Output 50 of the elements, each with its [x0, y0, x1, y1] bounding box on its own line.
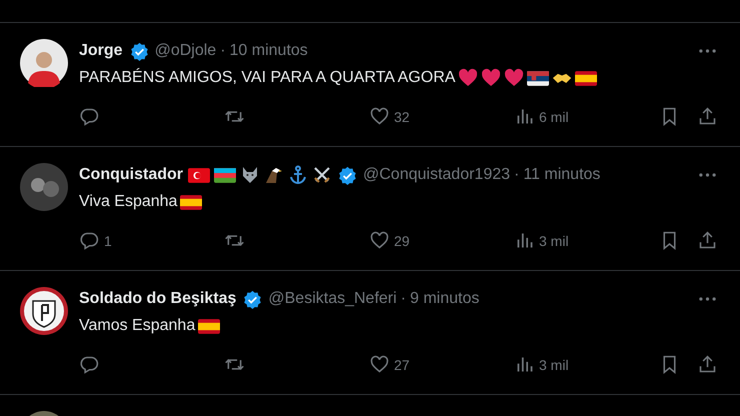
reply-icon[interactable] [79, 354, 100, 375]
anchor-emoji-icon [288, 165, 308, 185]
more-options-icon[interactable] [699, 173, 716, 177]
avatar[interactable] [20, 39, 68, 87]
view-count: 6 mil [539, 108, 569, 124]
crossed-swords-emoji-icon [312, 165, 332, 185]
like-count: 27 [394, 356, 410, 372]
reply-count: 1 [104, 232, 112, 248]
flag-icon [198, 318, 220, 334]
like-icon[interactable] [369, 106, 390, 127]
post-text: Viva Espanha [79, 193, 178, 211]
like-icon[interactable] [369, 230, 390, 251]
wolf-emoji-icon [240, 165, 260, 185]
separator-dot: · [514, 166, 520, 184]
flag-icon [527, 70, 550, 86]
reply-icon[interactable] [79, 230, 100, 251]
user-name[interactable]: Soldado do Beşiktaş [79, 290, 236, 308]
post-time[interactable]: 11 minutos [523, 166, 600, 184]
avatar[interactable] [20, 287, 68, 335]
post-time[interactable]: 9 minutos [410, 290, 480, 308]
avatar[interactable] [20, 163, 68, 211]
post-time[interactable]: 10 minutos [230, 42, 308, 60]
separator-dot: · [220, 42, 226, 60]
more-options-icon[interactable] [699, 49, 716, 53]
more-options-icon[interactable] [699, 297, 716, 301]
user-handle[interactable]: @Besiktas_Neferi [268, 290, 397, 308]
user-handle[interactable]: @Conquistador1923 [363, 166, 510, 184]
heart-emoji-icon [458, 68, 478, 88]
flag-icon [180, 194, 202, 210]
post-text: PARABÉNS AMIGOS, VAI PARA A QUARTA AGORA [79, 69, 456, 87]
like-count: 29 [394, 232, 410, 248]
post-text: Vamos Espanha [79, 317, 196, 335]
flag-icon [214, 168, 236, 182]
flag-icon [188, 168, 210, 182]
share-icon[interactable] [697, 354, 718, 375]
flag-icon [575, 70, 598, 86]
view-count: 3 mil [539, 232, 569, 248]
like-count: 32 [394, 108, 410, 124]
reply-icon[interactable] [79, 106, 100, 127]
view-count: 3 mil [539, 356, 569, 372]
heart-emoji-icon [481, 68, 502, 88]
heart-emoji-icon [504, 68, 524, 88]
like-icon[interactable] [369, 354, 390, 375]
user-name[interactable]: Jorge [79, 42, 123, 60]
user-handle[interactable]: @oDjole [154, 42, 216, 60]
separator-dot: · [400, 290, 406, 308]
share-icon[interactable] [697, 106, 718, 127]
eagle-emoji-icon [264, 165, 284, 185]
user-name[interactable]: Conquistador [79, 166, 183, 184]
share-icon[interactable] [697, 230, 718, 251]
